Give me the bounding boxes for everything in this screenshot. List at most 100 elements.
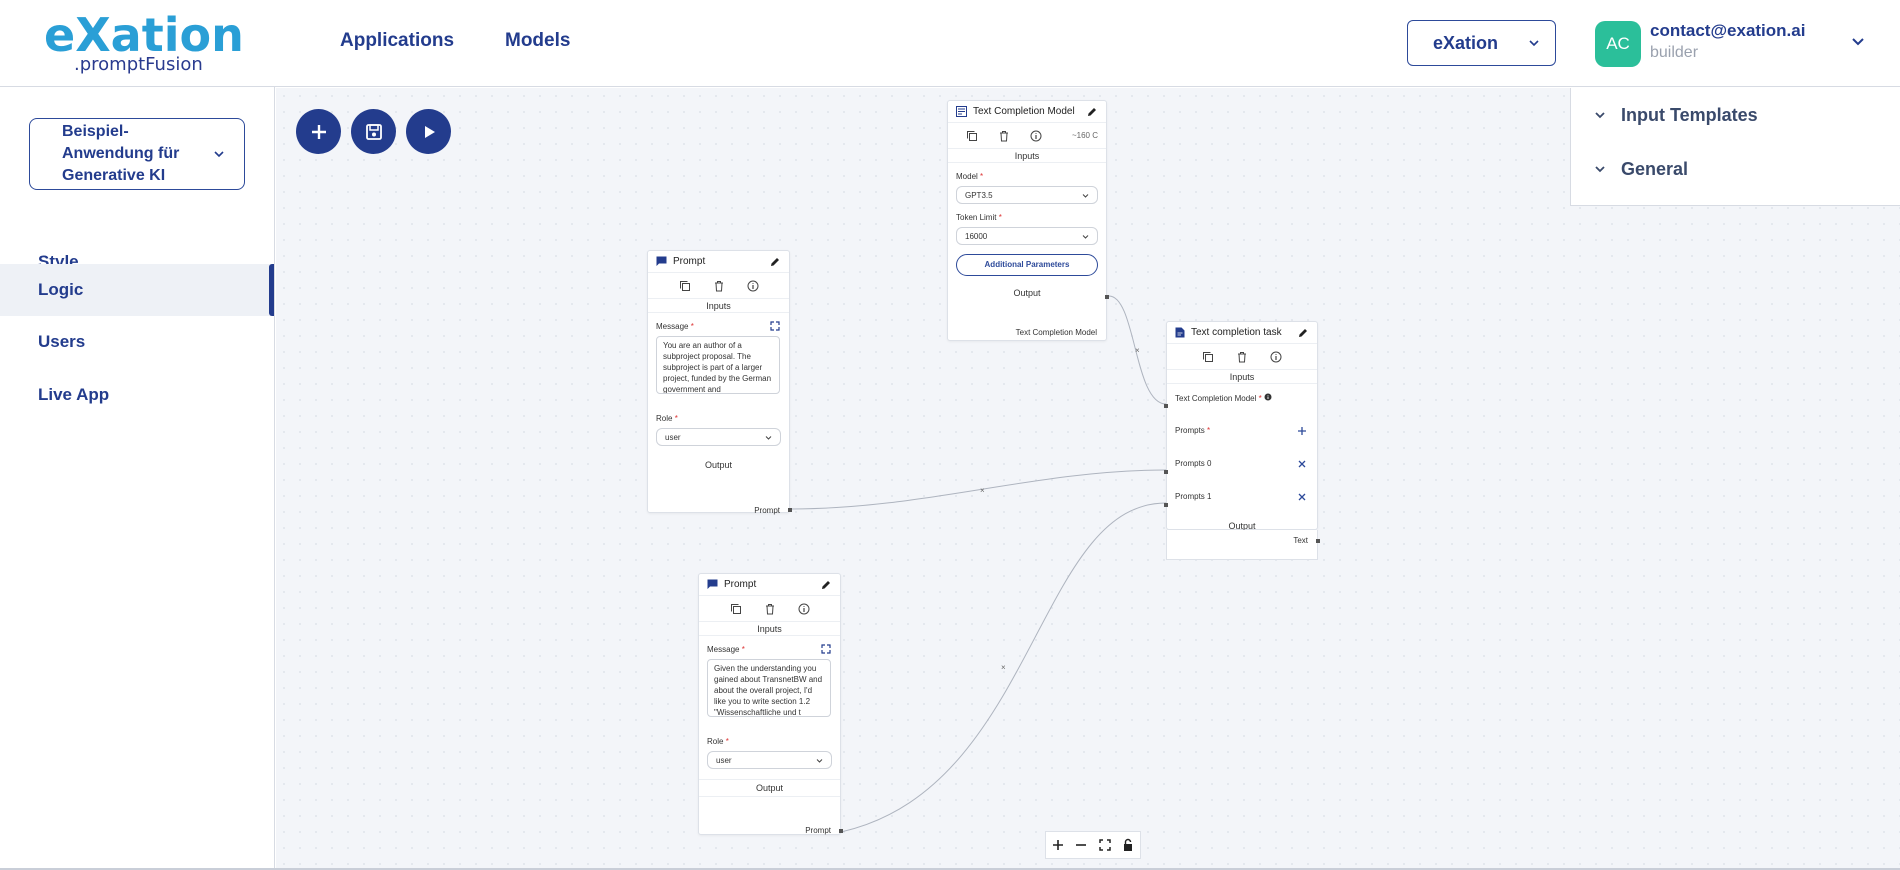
info-icon[interactable] (747, 280, 759, 292)
trash-icon[interactable] (998, 130, 1010, 142)
trash-icon[interactable] (713, 280, 725, 292)
save-button[interactable] (351, 109, 396, 154)
role-label: Role * (707, 737, 729, 746)
model-output-handle[interactable] (1105, 295, 1109, 299)
chevron-down-icon (1082, 193, 1089, 198)
role-select-value: user (716, 755, 732, 765)
node-toolbar: ~160 C (948, 123, 1106, 149)
sidebar-item-live-app[interactable]: Live App (0, 369, 274, 421)
chevron-down-icon (1595, 166, 1605, 173)
input-prompts: Prompts * (1175, 426, 1211, 435)
copy-icon[interactable] (966, 130, 978, 142)
user-role: builder (1650, 44, 1699, 61)
node-header: Prompt (648, 251, 789, 273)
chevron-down-icon (765, 435, 772, 440)
pencil-icon[interactable] (820, 579, 832, 591)
inputs-label: Inputs (648, 299, 789, 313)
node-title: Text completion task (1191, 327, 1282, 338)
message-textarea[interactable]: Given the understanding you gained about… (707, 659, 831, 717)
chevron-down-icon (1595, 112, 1605, 119)
node-header: Text Completion Model (948, 101, 1106, 123)
role-select[interactable]: user (707, 751, 832, 769)
prompts-1-input-handle[interactable] (1164, 503, 1168, 507)
accordion-general[interactable]: General (1571, 146, 1900, 192)
output-item: Text Completion Model (1015, 328, 1097, 337)
inputs-label: Inputs (699, 622, 840, 636)
close-icon[interactable] (1297, 459, 1307, 469)
close-icon[interactable] (1297, 492, 1307, 502)
info-icon[interactable] (1270, 351, 1282, 363)
pencil-icon[interactable] (1297, 327, 1309, 339)
zoom-out-icon[interactable] (1073, 837, 1089, 853)
text-completion-model-node[interactable]: Text Completion Model ~160 C Inputs Mode… (947, 100, 1109, 341)
sidebar-item-users[interactable]: Users (0, 316, 274, 368)
flow-canvas[interactable]: × × × Text Completion Model ~160 C Input… (276, 88, 1900, 868)
model-label: Model * (956, 172, 984, 181)
user-email: contact@exation.ai (1650, 21, 1806, 40)
prompts-0-input-handle[interactable] (1164, 470, 1168, 474)
chevron-down-icon (816, 758, 823, 763)
pencil-icon[interactable] (1086, 106, 1098, 118)
message-textarea[interactable]: You are an author of a subproject propos… (656, 336, 780, 394)
chat-icon (707, 579, 718, 589)
fit-view-icon[interactable] (1097, 837, 1113, 853)
info-icon[interactable] (798, 603, 810, 615)
additional-parameters-button[interactable]: Additional Parameters (956, 254, 1098, 276)
edge-remove-icon: × (980, 486, 985, 495)
output-item: Text (1293, 536, 1308, 545)
edge-prompt1-to-task (790, 469, 1167, 510)
text-output-handle[interactable] (1316, 539, 1320, 543)
copy-icon[interactable] (679, 280, 691, 292)
chevron-down-icon (1529, 40, 1539, 47)
sidebar-item-label: Live App (38, 385, 110, 404)
pencil-icon[interactable] (769, 256, 781, 268)
nav-applications[interactable]: Applications (340, 30, 454, 52)
trash-icon[interactable] (1236, 351, 1248, 363)
model-input-handle[interactable] (1164, 404, 1168, 408)
logo-wordmark: eXation (44, 8, 244, 62)
sidebar-item-logic[interactable]: Logic (0, 264, 274, 316)
task-output-area: Text (1166, 530, 1320, 560)
copy-icon[interactable] (730, 603, 742, 615)
add-node-button[interactable] (296, 109, 341, 154)
run-button[interactable] (406, 109, 451, 154)
plus-icon[interactable] (1297, 426, 1307, 436)
input-prompts-0: Prompts 0 (1175, 459, 1212, 468)
node-title: Text Completion Model (973, 106, 1075, 117)
save-icon (365, 123, 382, 140)
chevron-down-icon[interactable] (1848, 32, 1868, 52)
output-item: Prompt (754, 506, 780, 515)
play-icon (424, 125, 435, 138)
text-completion-task-node[interactable]: Text completion task Inputs Text Complet… (1164, 321, 1318, 531)
output-label: Output (699, 779, 840, 797)
chevron-down-icon (1082, 234, 1089, 239)
exation-logo[interactable]: eXation .promptFusion (44, 12, 244, 77)
prompt-node[interactable]: Prompt Inputs Message * Given the unders… (698, 573, 843, 835)
prompt-output-handle[interactable] (839, 829, 843, 833)
lock-icon[interactable] (1120, 837, 1136, 853)
accordion-label: General (1621, 158, 1689, 179)
expand-icon[interactable] (770, 321, 780, 331)
info-icon[interactable] (1030, 130, 1042, 142)
role-select[interactable]: user (656, 428, 781, 446)
avatar[interactable]: AC (1595, 21, 1641, 67)
canvas-controls (1045, 831, 1141, 859)
expand-icon[interactable] (821, 644, 831, 654)
zoom-in-icon[interactable] (1050, 837, 1066, 853)
accordion-input-templates[interactable]: Input Templates (1571, 92, 1900, 138)
role-select-value: user (665, 432, 681, 442)
copy-icon[interactable] (1202, 351, 1214, 363)
organization-select[interactable]: eXation (1407, 20, 1556, 66)
chat-icon (656, 256, 667, 266)
message-label: Message * (648, 321, 789, 331)
info-icon (1264, 393, 1272, 401)
nav-models[interactable]: Models (505, 30, 570, 52)
token-limit-select[interactable]: 16000 (956, 227, 1098, 245)
prompt-node[interactable]: Prompt Inputs Message * You are an autho… (647, 250, 792, 515)
output-label: Output (1013, 288, 1041, 298)
prompt-output-handle[interactable] (788, 508, 792, 512)
trash-icon[interactable] (764, 603, 776, 615)
application-select[interactable]: Beispiel-Anwendung für Generative KI (29, 118, 245, 190)
model-select[interactable]: GPT3.5 (956, 186, 1098, 204)
node-toolbar (1167, 344, 1317, 370)
